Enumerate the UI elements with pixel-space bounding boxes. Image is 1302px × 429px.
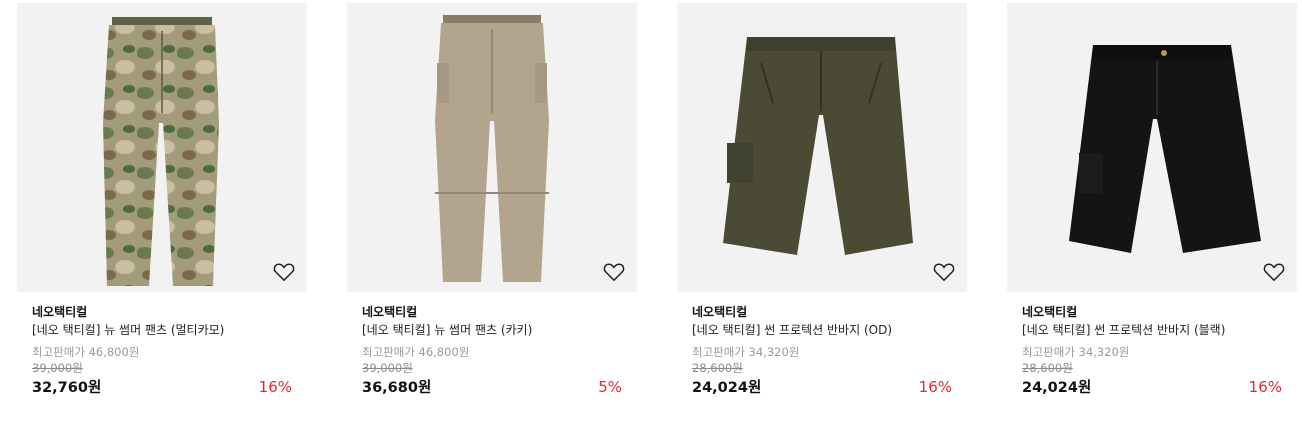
sale-price: 24,024원 xyxy=(1022,380,1092,396)
product-card[interactable]: 네오택티컬 [네오 택티컬] 썬 프로텍션 반바지 (블랙) 최고판매가 34,… xyxy=(1007,3,1297,397)
product-name[interactable]: [네오 택티컬] 뉴 썸머 팬츠 (멀티카모) xyxy=(32,322,292,339)
product-card[interactable]: 네오택티컬 [네오 택티컬] 뉴 썸머 팬츠 (멀티카모) 최고판매가 46,8… xyxy=(17,3,307,397)
max-price-label: 최고판매가 34,320원 xyxy=(1022,345,1130,359)
product-name[interactable]: [네오 택티컬] 뉴 썸머 팬츠 (카키) xyxy=(362,322,622,339)
product-name[interactable]: [네오 택티컬] 썬 프로텍션 반바지 (OD) xyxy=(692,322,952,339)
brand-name[interactable]: 네오택티컬 xyxy=(32,304,292,321)
original-price: 39,000원 xyxy=(32,361,83,375)
brand-name[interactable]: 네오택티컬 xyxy=(1022,304,1282,321)
max-price-label: 최고판매가 34,320원 xyxy=(692,345,800,359)
product-card[interactable]: 네오택티컬 [네오 택티컬] 썬 프로텍션 반바지 (OD) 최고판매가 34,… xyxy=(677,3,967,397)
brand-name[interactable]: 네오택티컬 xyxy=(362,304,622,321)
discount-rate: 16% xyxy=(258,378,292,396)
wishlist-heart-icon[interactable] xyxy=(933,262,955,282)
black-shorts-image xyxy=(1069,45,1261,253)
wishlist-heart-icon[interactable] xyxy=(273,262,295,282)
product-thumbnail[interactable] xyxy=(677,3,967,292)
original-price: 28,600원 xyxy=(1022,361,1073,375)
product-name[interactable]: [네오 택티컬] 썬 프로텍션 반바지 (블랙) xyxy=(1022,322,1282,339)
discount-rate: 5% xyxy=(598,378,622,396)
sale-price: 36,680원 xyxy=(362,380,432,396)
product-card[interactable]: 네오택티컬 [네오 택티컬] 뉴 썸머 팬츠 (카키) 최고판매가 46,800… xyxy=(347,3,637,397)
discount-rate: 16% xyxy=(1248,378,1282,396)
sale-price: 24,024원 xyxy=(692,380,762,396)
camo-pants-image xyxy=(103,17,219,286)
product-thumbnail[interactable] xyxy=(347,3,637,292)
wishlist-heart-icon[interactable] xyxy=(603,262,625,282)
brand-name[interactable]: 네오택티컬 xyxy=(692,304,952,321)
product-thumbnail[interactable] xyxy=(17,3,307,292)
original-price: 39,000원 xyxy=(362,361,413,375)
sale-price: 32,760원 xyxy=(32,380,102,396)
max-price-label: 최고판매가 46,800원 xyxy=(362,345,470,359)
original-price: 28,600원 xyxy=(692,361,743,375)
od-shorts-image xyxy=(723,37,913,255)
product-thumbnail[interactable] xyxy=(1007,3,1297,292)
wishlist-heart-icon[interactable] xyxy=(1263,262,1285,282)
product-grid: 네오택티컬 [네오 택티컬] 뉴 썸머 팬츠 (멀티카모) 최고판매가 46,8… xyxy=(0,0,1302,429)
max-price-label: 최고판매가 46,800원 xyxy=(32,345,140,359)
khaki-pants-image xyxy=(435,15,549,282)
discount-rate: 16% xyxy=(918,378,952,396)
